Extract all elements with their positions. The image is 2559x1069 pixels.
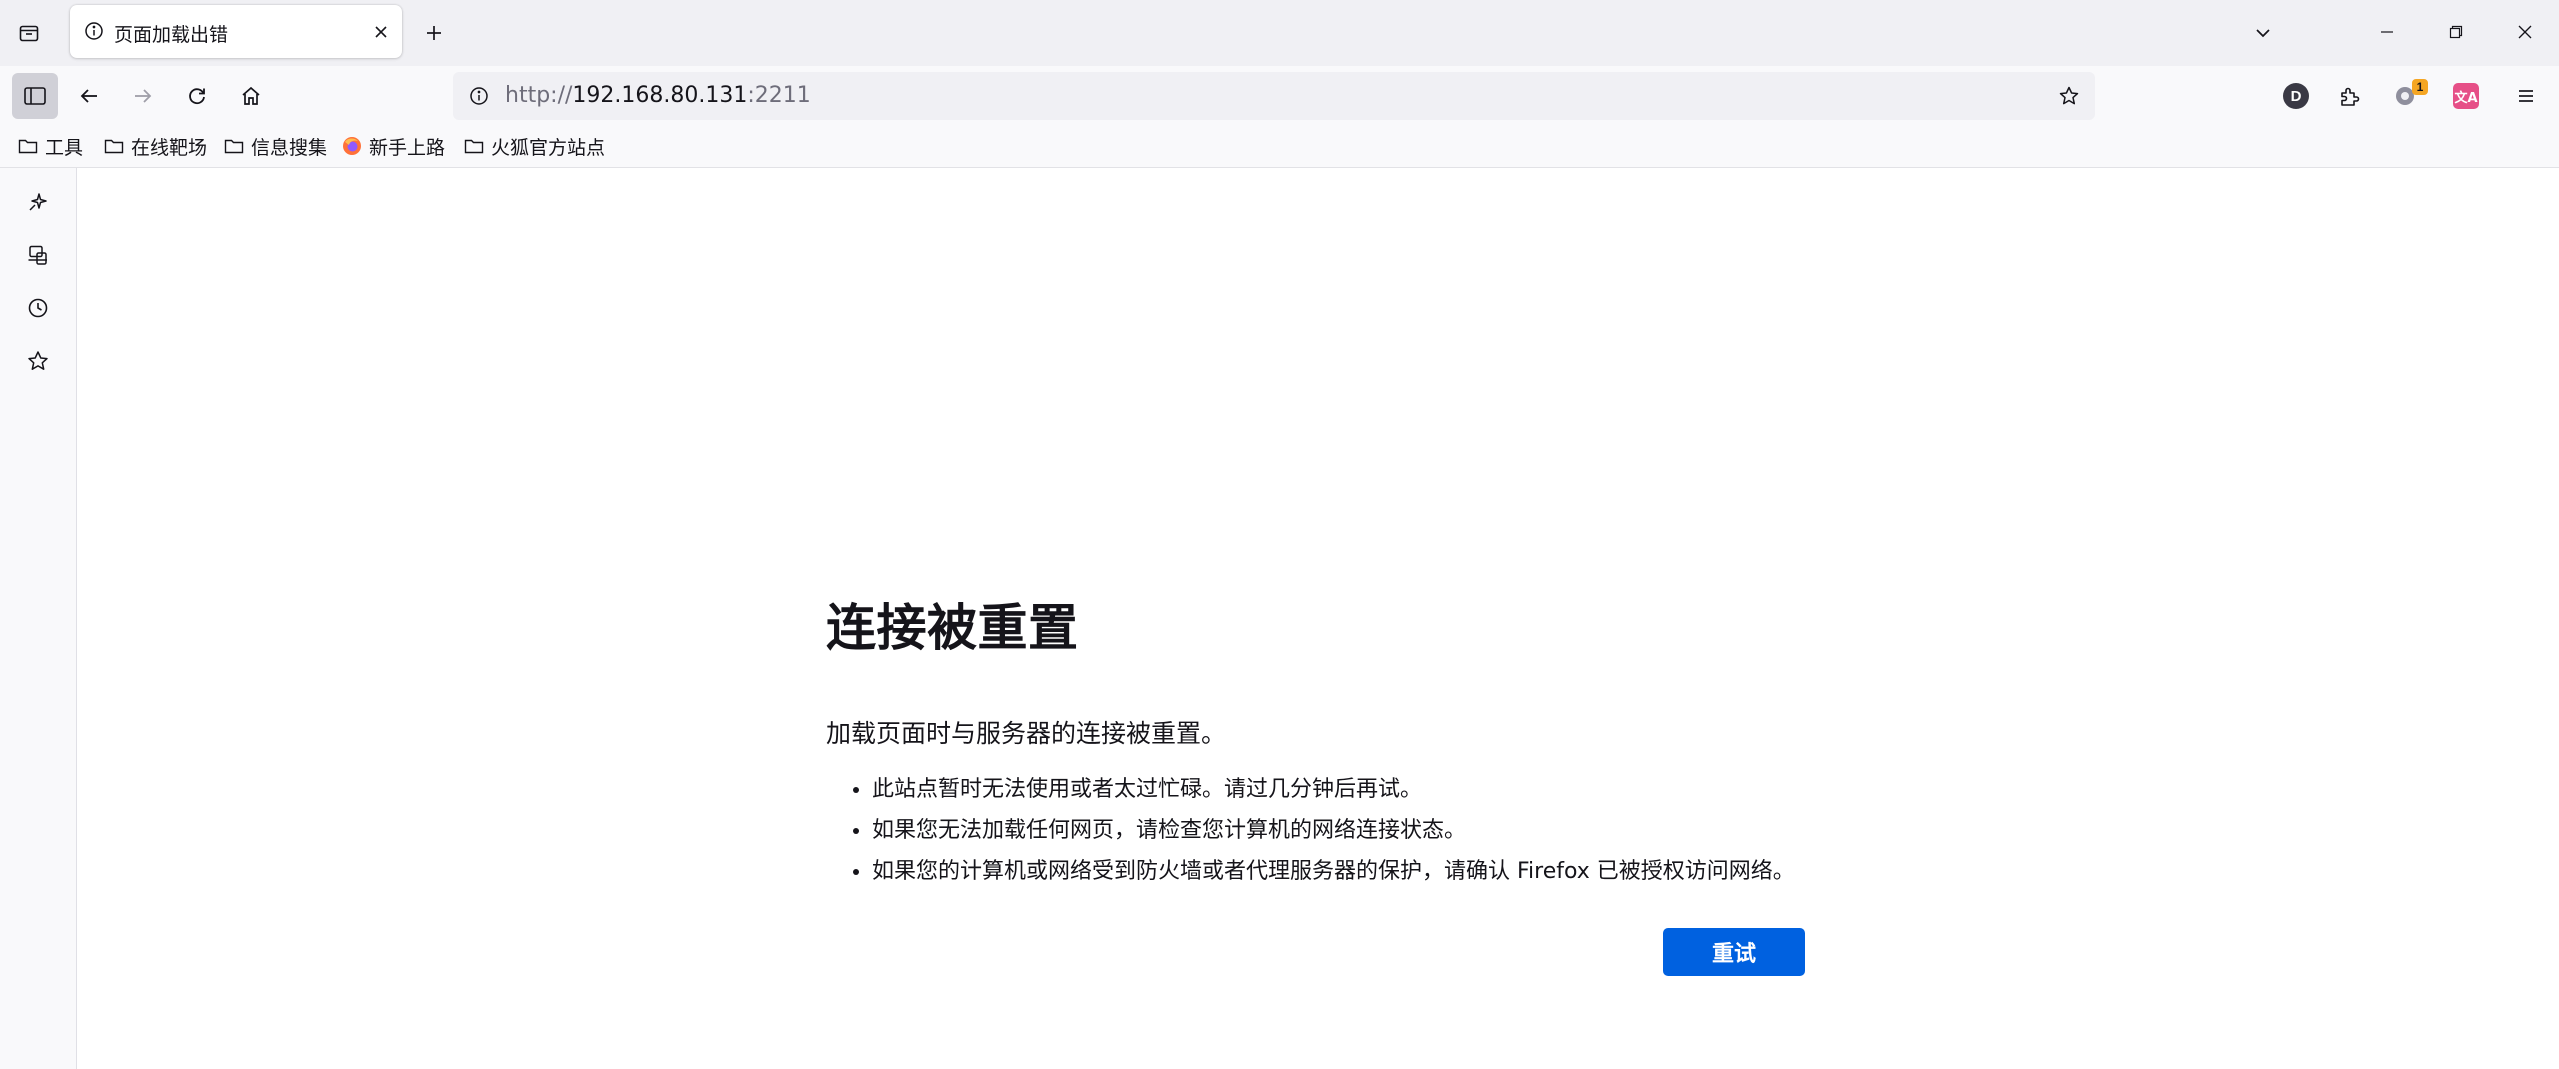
minimize-button[interactable] [2365, 12, 2409, 52]
info-icon [470, 87, 488, 105]
hamburger-menu-icon [2519, 90, 2533, 102]
chevron-down-icon [2256, 29, 2270, 38]
error-container: 连接被重置 加载页面时与服务器的连接被重置。 此站点暂时无法使用或者太过忙碌。请… [826, 588, 1886, 899]
arrow-right-icon [135, 89, 152, 103]
retry-button[interactable]: 重试 [1663, 928, 1805, 976]
account-button[interactable]: D [2273, 73, 2319, 119]
new-tab-button[interactable] [418, 17, 450, 49]
sidebar-history-button[interactable] [18, 288, 58, 328]
bookmark-label: 新手上路 [369, 136, 446, 159]
all-tabs-menu-button[interactable] [2246, 16, 2280, 50]
extension-notification-button[interactable]: 1 [2382, 73, 2428, 119]
synced-tabs-icon [28, 245, 47, 265]
sidebar-synced-tabs-button[interactable] [18, 235, 58, 275]
home-button[interactable] [228, 73, 274, 119]
back-button[interactable] [66, 73, 112, 119]
folder-icon [18, 139, 38, 154]
translate-icon: 文A [2453, 83, 2479, 109]
bookmark-label: 在线靶场 [131, 136, 208, 159]
bookmarks-toolbar: 工具 在线靶场 信息搜集 新手上路 火狐官方站点 [0, 126, 2559, 168]
firefox-icon [343, 137, 361, 155]
close-icon [2518, 25, 2532, 39]
error-title: 连接被重置 [826, 599, 1079, 657]
bookmark-folder-online-range[interactable]: 在线靶场 [100, 131, 211, 161]
tab-active[interactable]: 页面加载出错 [70, 5, 402, 58]
error-description: 加载页面时与服务器的连接被重置。 [826, 719, 1227, 748]
home-icon [242, 86, 260, 105]
url-scheme: http:// [505, 83, 573, 108]
navigation-toolbar: http://192.168.80.131:2211 D 1 文A [0, 66, 2559, 126]
arrow-left-icon [80, 89, 97, 103]
bookmark-label: 信息搜集 [251, 136, 328, 159]
restore-button[interactable] [2434, 12, 2478, 52]
sidebar-ai-chatbot-button[interactable] [18, 182, 58, 222]
folder-icon [464, 139, 484, 154]
folder-icon [224, 139, 244, 154]
sidebar [0, 168, 77, 1069]
notification-badge: 1 [2412, 79, 2428, 95]
history-icon [28, 298, 48, 318]
bookmarks-star-icon [28, 351, 48, 370]
extensions-button[interactable] [2327, 73, 2373, 119]
tab-list-icon [18, 22, 40, 44]
close-icon [375, 26, 387, 38]
app-menu-button[interactable] [2503, 73, 2549, 119]
translate-button[interactable]: 文A [2443, 73, 2489, 119]
minimize-icon [2381, 31, 2393, 33]
site-info-button[interactable] [463, 80, 495, 112]
sidebar-toggle-button[interactable] [12, 73, 58, 119]
close-window-button[interactable] [2503, 12, 2547, 52]
bookmark-folder-info-gathering[interactable]: 信息搜集 [220, 131, 331, 161]
bookmark-getting-started[interactable]: 新手上路 [338, 131, 449, 161]
reload-icon [189, 88, 205, 105]
list-item: 如果您无法加载任何网页，请检查您计算机的网络连接状态。 [872, 817, 1886, 845]
url-host: 192.168.80.131 [572, 83, 748, 108]
url-text[interactable]: http://192.168.80.131:2211 [505, 83, 811, 108]
info-icon [84, 21, 104, 41]
bookmark-label: 火狐官方站点 [491, 136, 606, 159]
forward-button[interactable] [120, 73, 166, 119]
folder-icon [104, 139, 124, 154]
sidebar-icon [24, 87, 46, 105]
bookmark-folder-firefox-official[interactable]: 火狐官方站点 [460, 131, 609, 161]
star-icon [2059, 86, 2079, 105]
url-port: :2211 [747, 83, 811, 108]
tab-strip: 页面加载出错 [0, 0, 2559, 66]
tab-title: 页面加载出错 [114, 24, 229, 46]
address-bar[interactable]: http://192.168.80.131:2211 [453, 72, 2095, 120]
plus-icon [427, 26, 441, 40]
bookmark-page-button[interactable] [2053, 80, 2085, 112]
close-tab-button[interactable] [368, 19, 394, 45]
puzzle-icon [2341, 87, 2360, 106]
page-content: 连接被重置 加载页面时与服务器的连接被重置。 此站点暂时无法使用或者太过忙碌。请… [77, 168, 2559, 1069]
list-all-tabs-button[interactable] [12, 17, 46, 49]
restore-icon [2449, 25, 2463, 39]
ai-chat-icon [29, 193, 47, 211]
list-item: 如果您的计算机或网络受到防火墙或者代理服务器的保护，请确认 Firefox 已被… [872, 858, 1886, 886]
avatar: D [2283, 83, 2309, 109]
bookmark-folder-tools[interactable]: 工具 [14, 131, 87, 161]
list-item: 此站点暂时无法使用或者太过忙碌。请过几分钟后再试。 [872, 776, 1886, 804]
sidebar-bookmarks-button[interactable] [18, 341, 58, 381]
bookmark-label: 工具 [45, 136, 84, 159]
reload-button[interactable] [174, 73, 220, 119]
error-suggestions-list: 此站点暂时无法使用或者太过忙碌。请过几分钟后再试。 如果您无法加载任何网页，请检… [826, 776, 1886, 886]
